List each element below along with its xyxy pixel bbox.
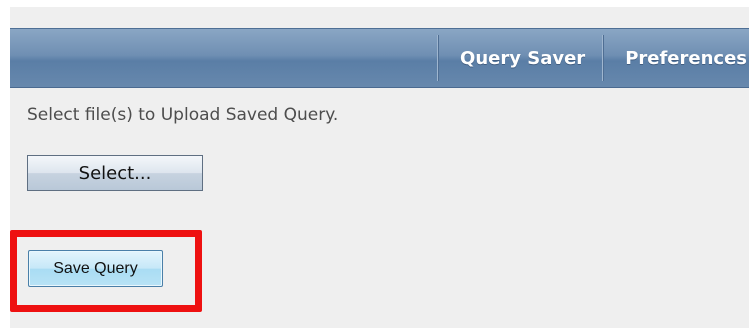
page: Query Saver Preferences Select file(s) t…: [0, 0, 749, 328]
header-bar: Query Saver Preferences: [10, 28, 749, 88]
select-files-button-label: Select...: [78, 162, 152, 184]
save-query-button-label: Save Query: [53, 259, 138, 277]
header-nav: Query Saver Preferences: [437, 29, 749, 87]
select-files-button[interactable]: Select...: [27, 155, 203, 191]
upload-instruction: Select file(s) to Upload Saved Query.: [27, 105, 339, 125]
nav-item-query-saver[interactable]: Query Saver: [439, 48, 602, 69]
save-query-button[interactable]: Save Query: [28, 250, 163, 287]
nav-item-preferences[interactable]: Preferences: [604, 48, 749, 69]
content-panel: Query Saver Preferences Select file(s) t…: [10, 7, 749, 328]
